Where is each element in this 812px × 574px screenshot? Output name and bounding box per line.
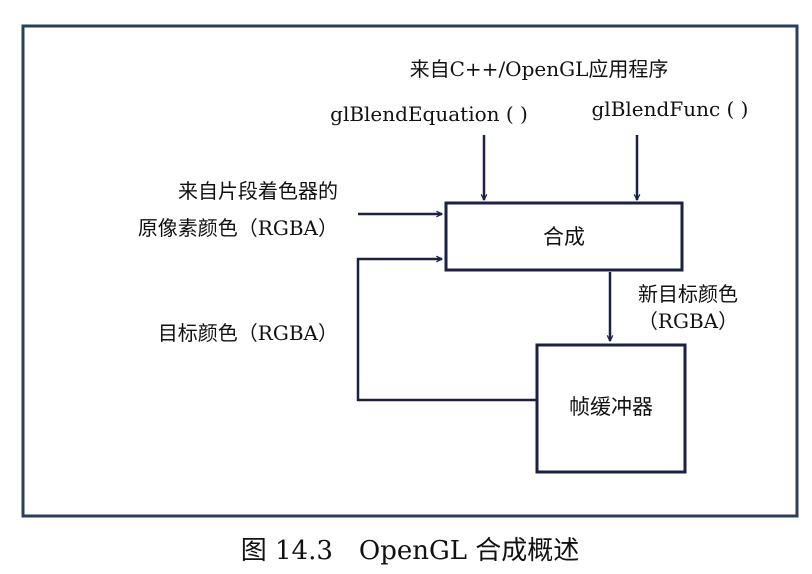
framebuffer-box-label: 帧缓冲器 bbox=[569, 395, 653, 419]
blend-box-label: 合成 bbox=[543, 225, 585, 249]
figure-caption: 图 14.3 OpenGL 合成概述 bbox=[241, 536, 580, 566]
blending-diagram: 来自C++/OpenGL应用程序 glBlendEquation ( ) glB… bbox=[21, 24, 799, 566]
dest-color-label: 目标颜色（RGBA） bbox=[158, 321, 338, 345]
source-color-label-line1: 来自片段着色器的 bbox=[178, 179, 338, 203]
figure: 来自C++/OpenGL应用程序 glBlendEquation ( ) glB… bbox=[0, 0, 812, 570]
blend-equation-label: glBlendEquation ( ) bbox=[330, 102, 528, 126]
new-color-label-line1: 新目标颜色 bbox=[638, 282, 738, 306]
new-color-label-line2: （RGBA） bbox=[638, 309, 738, 333]
source-color-label-line2: 原像素颜色（RGBA） bbox=[138, 216, 338, 240]
blend-func-label: glBlendFunc ( ) bbox=[592, 97, 749, 121]
top-source-label: 来自C++/OpenGL应用程序 bbox=[410, 57, 669, 81]
dest-color-arrow bbox=[356, 259, 537, 402]
